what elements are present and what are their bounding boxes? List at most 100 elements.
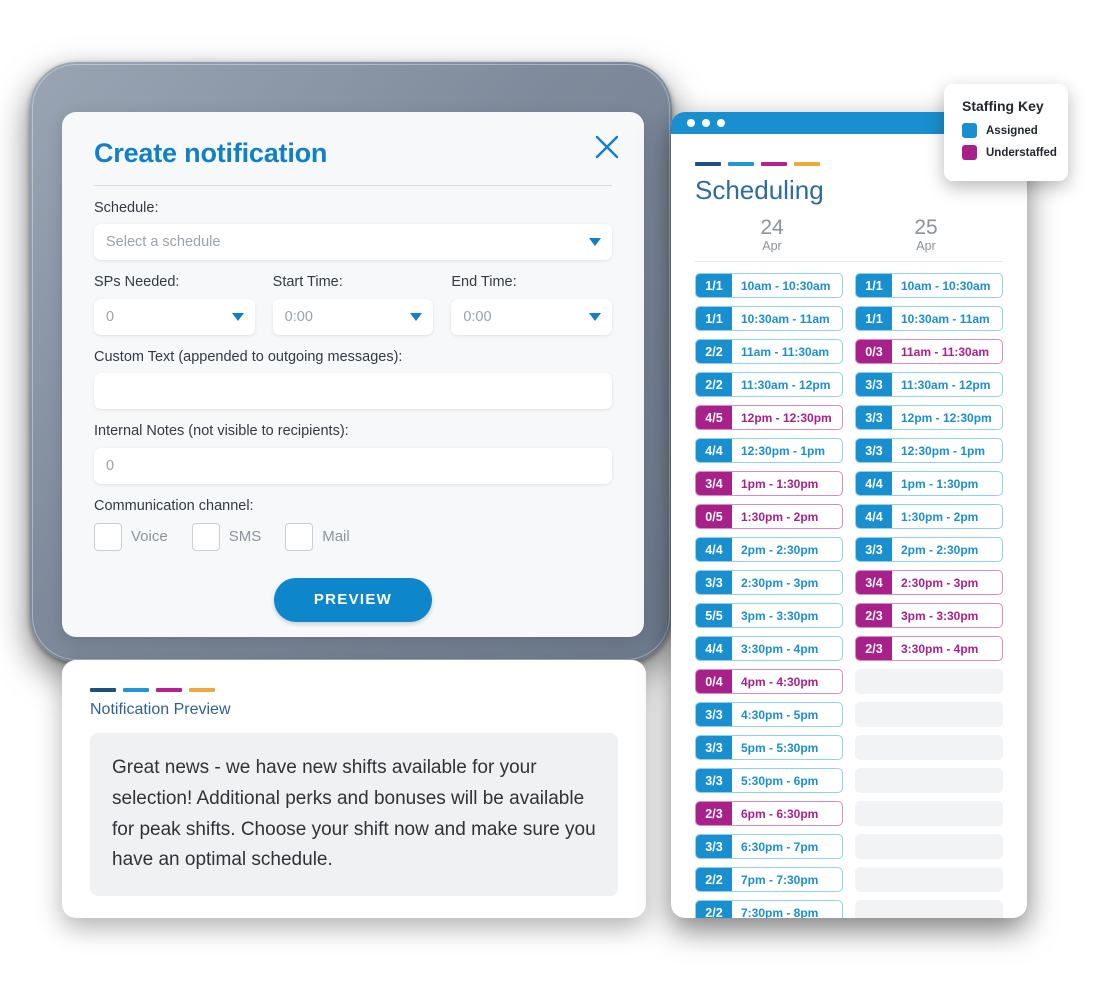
channel-option-voice[interactable]: Voice: [94, 522, 168, 551]
assigned-color-swatch: [962, 123, 977, 138]
end-time-value: 0:00: [463, 308, 492, 325]
shift-row[interactable]: 4/4 1pm - 1:30pm: [855, 471, 1003, 497]
shift-row[interactable]: 4/4 2pm - 2:30pm: [695, 537, 843, 563]
shift-time-label: 3:30pm - 4pm: [901, 641, 979, 656]
date-number: 24: [760, 216, 784, 239]
shift-row-empty: [855, 834, 1003, 860]
shift-column-apr24: 1/1 10am - 10:30am 1/1 10:30am - 11am 2/2 11a…: [695, 273, 843, 918]
brand-stripe-4: [794, 162, 820, 166]
brand-stripe-2: [123, 688, 149, 692]
shift-count-badge: 1/1: [696, 274, 732, 298]
shift-row[interactable]: 4/4 1:30pm - 2pm: [855, 504, 1003, 530]
shift-row[interactable]: 3/3 12pm - 12:30pm: [855, 405, 1003, 431]
communication-channel-group: Voice SMS Mail: [94, 522, 612, 551]
shift-row[interactable]: 3/3 2:30pm - 3pm: [695, 570, 843, 596]
shift-count-badge: 3/4: [856, 571, 892, 595]
start-time-value: 0:00: [284, 308, 313, 325]
shift-row[interactable]: 2/2 7:30pm - 8pm: [695, 900, 843, 918]
channel-option-mail[interactable]: Mail: [285, 522, 350, 551]
shift-time-label: 1:30pm - 2pm: [901, 509, 979, 524]
brand-stripe-3: [761, 162, 787, 166]
shift-row[interactable]: 2/3 3pm - 3:30pm: [855, 603, 1003, 629]
checkbox-sms[interactable]: [191, 522, 220, 551]
brand-stripes: [90, 688, 618, 692]
shift-count-badge: 1/1: [696, 307, 732, 331]
close-icon[interactable]: [594, 134, 620, 160]
shift-row[interactable]: 3/3 5pm - 5:30pm: [695, 735, 843, 761]
window-dot-2: [702, 119, 710, 127]
shift-row[interactable]: 1/1 10:30am - 11am: [695, 306, 843, 332]
shift-count-badge: 3/4: [696, 472, 732, 496]
shift-row-empty: [855, 801, 1003, 827]
shift-row[interactable]: 3/4 1pm - 1:30pm: [695, 471, 843, 497]
shift-count-badge: 2/3: [856, 637, 892, 661]
start-time-select[interactable]: 0:00: [272, 298, 434, 335]
shift-time-label: 1pm - 1:30pm: [741, 476, 819, 491]
shift-time-label: 6:30pm - 7pm: [741, 839, 819, 854]
shift-time-label: 10:30am - 11am: [901, 311, 990, 326]
channel-option-sms[interactable]: SMS: [191, 522, 261, 551]
shift-row[interactable]: 3/3 6:30pm - 7pm: [695, 834, 843, 860]
shift-count-badge: 2/2: [696, 340, 732, 364]
shift-row[interactable]: 3/3 5:30pm - 6pm: [695, 768, 843, 794]
shift-row[interactable]: 3/4 2:30pm - 3pm: [855, 570, 1003, 596]
shift-column-apr25: 1/1 10am - 10:30am 1/1 10:30am - 11am 0/3 11a…: [855, 273, 1003, 918]
shift-row[interactable]: 3/3 4:30pm - 5pm: [695, 702, 843, 728]
sps-needed-select[interactable]: 0: [94, 298, 255, 335]
shift-row[interactable]: 3/3 2pm - 2:30pm: [855, 537, 1003, 563]
shift-row[interactable]: 2/2 11:30am - 12pm: [695, 372, 843, 398]
shift-row[interactable]: 4/5 12pm - 12:30pm: [695, 405, 843, 431]
shift-time-label: 11:30am - 12pm: [741, 377, 831, 392]
shift-row[interactable]: 5/5 3pm - 3:30pm: [695, 603, 843, 629]
shift-row[interactable]: 1/1 10:30am - 11am: [855, 306, 1003, 332]
page-title: Create notification: [94, 138, 328, 168]
shift-row[interactable]: 2/2 11am - 11:30am: [695, 339, 843, 365]
shift-count-badge: 1/1: [856, 274, 892, 298]
date-month: Apr: [916, 239, 936, 254]
sps-needed-label: SPs Needed:: [94, 274, 180, 291]
checkbox-voice[interactable]: [94, 522, 122, 551]
internal-notes-input[interactable]: 0: [94, 447, 612, 484]
shift-row[interactable]: 0/5 1:30pm - 2pm: [695, 504, 843, 530]
shift-time-label: 5:30pm - 6pm: [741, 773, 819, 788]
schedule-select[interactable]: Select a schedule: [94, 224, 612, 261]
shift-count-badge: 3/3: [696, 736, 732, 760]
shift-count-badge: 2/3: [696, 802, 732, 826]
shift-count-badge: 0/5: [696, 505, 732, 529]
shift-row[interactable]: 4/4 12:30pm - 1pm: [695, 438, 843, 464]
shift-row[interactable]: 2/2 7pm - 7:30pm: [695, 867, 843, 893]
end-time-select[interactable]: 0:00: [451, 298, 613, 335]
shift-row[interactable]: 3/3 11:30am - 12pm: [855, 372, 1003, 398]
shift-row[interactable]: 0/4 4pm - 4:30pm: [695, 669, 843, 695]
custom-text-input[interactable]: [94, 373, 612, 410]
notification-preview-heading: Notification Preview: [90, 701, 231, 718]
shift-row[interactable]: 0/3 11am - 11:30am: [855, 339, 1003, 365]
shift-time-label: 2pm - 2:30pm: [901, 542, 979, 557]
chevron-down-icon: [589, 312, 602, 321]
shift-row[interactable]: 1/1 10am - 10:30am: [855, 273, 1003, 299]
preview-button[interactable]: PREVIEW: [274, 577, 432, 622]
shift-time-label: 1pm - 1:30pm: [901, 476, 979, 491]
date-month: Apr: [762, 239, 782, 254]
shift-time-label: 11:30am - 12pm: [901, 377, 991, 392]
shift-time-label: 6pm - 6:30pm: [741, 806, 819, 821]
shift-row[interactable]: 1/1 10am - 10:30am: [695, 273, 843, 299]
checkbox-mail[interactable]: [285, 522, 314, 551]
shift-row-empty: [855, 702, 1003, 728]
shift-time-label: 7pm - 7:30pm: [741, 872, 819, 887]
brand-stripe-2: [728, 162, 754, 166]
shift-count-badge: 2/2: [696, 901, 732, 918]
shift-grid: 1/1 10am - 10:30am 1/1 10:30am - 11am 2/2 11a…: [695, 273, 1003, 918]
shift-row[interactable]: 3/3 12:30pm - 1pm: [855, 438, 1003, 464]
shift-row[interactable]: 4/4 3:30pm - 4pm: [695, 636, 843, 662]
shift-count-badge: 4/4: [696, 637, 732, 661]
start-time-label: Start Time:: [272, 274, 343, 291]
shift-row[interactable]: 2/3 3:30pm - 4pm: [855, 636, 1003, 662]
shift-count-badge: 3/3: [696, 835, 732, 859]
time-fields-row: SPs Needed: 0 Start Time: 0:00 End Time:…: [94, 274, 613, 335]
shift-row[interactable]: 2/3 6pm - 6:30pm: [695, 801, 843, 827]
shift-time-label: 10am - 10:30am: [741, 278, 831, 293]
shift-row-empty: [855, 669, 1003, 695]
custom-text-label: Custom Text (appended to outgoing messag…: [94, 348, 403, 365]
shift-count-badge: 1/1: [856, 307, 892, 331]
